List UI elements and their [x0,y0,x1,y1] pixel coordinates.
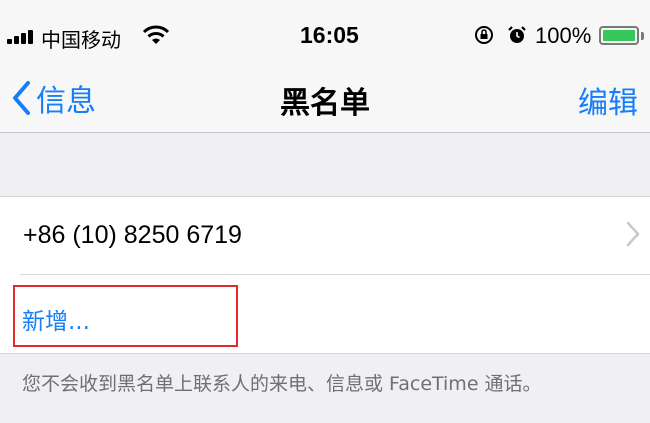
battery-tip [641,32,644,40]
orientation-lock-icon [475,26,493,44]
edit-button[interactable]: 编辑 [578,78,638,122]
battery-level-fill [603,30,635,41]
wifi-icon [143,25,169,44]
blocked-phone-number: +86 (10) 8250 6719 [23,221,242,249]
blocked-list: +86 (10) 8250 6719 新增... [0,196,650,354]
add-new-button[interactable]: 新增... [0,275,650,352]
add-new-label: 新增... [22,309,90,335]
alarm-icon [508,26,526,43]
signal-icon [7,30,37,44]
battery-percentage: 100% [535,23,592,48]
blocked-footer-note: 您不会收到黑名单上联系人的来电、信息或 FaceTime 通话。 [22,373,542,395]
page-title: 黑名单 [280,86,370,121]
battery-icon [599,26,639,45]
blocked-number-row[interactable]: +86 (10) 8250 6719 [0,197,650,274]
navigation-bar: 信息 黑名单 编辑 [0,66,650,133]
status-bar: 中国移动 16:05 100% [0,0,650,66]
carrier-name: 中国移动 [41,28,121,52]
clock-time: 16:05 [300,22,359,48]
chevron-right-icon [626,221,640,247]
